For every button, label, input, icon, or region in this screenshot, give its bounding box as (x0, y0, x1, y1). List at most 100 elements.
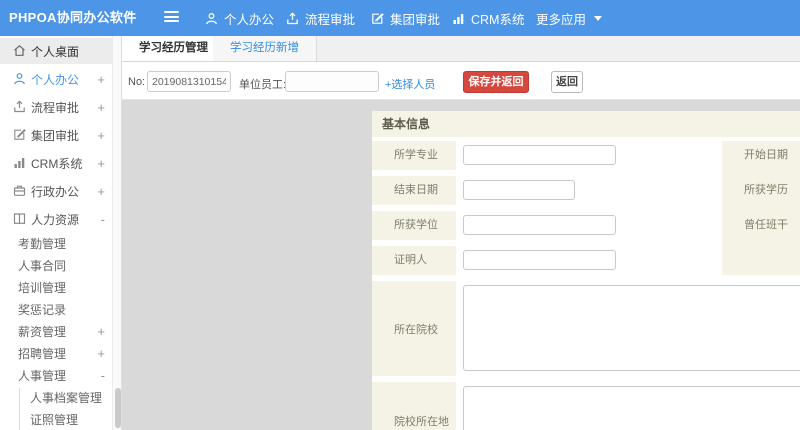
tab-label: 学习经历管理 (139, 42, 208, 54)
sidebar-item-label: 流程审批 (31, 100, 80, 115)
back-button[interactable]: 返回 (551, 71, 583, 93)
subitem-label: 考勤管理 (18, 237, 67, 251)
caret-down-icon (594, 15, 603, 21)
nav-item-personal-office[interactable]: 个人办公 (205, 0, 274, 36)
subitem-label: 证照管理 (30, 413, 79, 427)
nav-item-workflow-approval[interactable]: 流程审批 (286, 0, 355, 36)
employee-label: 单位员工: (239, 79, 287, 91)
sidebar-item-crm-system[interactable]: CRM系统 + (0, 150, 112, 176)
school-textarea[interactable] (463, 285, 800, 371)
school-location-textarea[interactable] (463, 386, 800, 430)
expand-plus-icon[interactable]: + (97, 128, 105, 143)
reference-input[interactable] (463, 250, 616, 270)
subitem-label: 人事管理 (18, 369, 67, 383)
field-label-class-cadre: 曾任班干 (744, 219, 788, 231)
sidebar-item-personal-office[interactable]: 个人办公 + (0, 66, 112, 92)
bar-chart-icon (453, 13, 464, 24)
briefcase-icon (13, 184, 26, 197)
field-label-reference: 证明人 (372, 246, 456, 275)
expand-plus-icon[interactable]: + (97, 72, 105, 87)
subitem-label: 人事合同 (18, 259, 67, 273)
nav-item-label: 个人办公 (224, 12, 275, 27)
share-up-icon (13, 100, 26, 113)
nav-item-label: 更多应用 (536, 12, 587, 27)
subitem-label: 人事档案管理 (30, 391, 103, 405)
sidebar-subitem-salary[interactable]: 薪资管理 + (0, 322, 112, 342)
tab-study-history-manage[interactable]: 学习经历管理 (122, 36, 226, 61)
nav-item-more-apps[interactable]: 更多应用 (536, 0, 603, 36)
user-icon (13, 72, 26, 85)
expand-plus-icon[interactable]: + (97, 322, 105, 342)
user-icon (206, 12, 217, 24)
sidebar-subitem-personnel-files[interactable]: 人事档案管理 (0, 388, 112, 408)
degree-input[interactable] (463, 215, 616, 235)
sidebar-item-admin-office[interactable]: 行政办公 + (0, 178, 112, 204)
tab-label: 学习经历新增 (230, 42, 299, 54)
field-label-start-date: 开始日期 (744, 149, 788, 161)
tab-bar: 学习经历管理 学习经历新增 (122, 36, 800, 62)
field-label-school: 所在院校 (372, 281, 456, 376)
sidebar-item-label: CRM系统 (31, 156, 83, 171)
employee-input[interactable] (285, 71, 379, 92)
sidebar-subitem-hr-contract[interactable]: 人事合同 (0, 256, 112, 276)
book-icon (13, 212, 26, 225)
end-date-input[interactable] (463, 180, 575, 200)
field-label-school-location: 院校所在地 (372, 382, 456, 430)
expand-plus-icon[interactable]: + (97, 344, 105, 364)
sidebar-item-label: 行政办公 (31, 184, 80, 199)
subitem-label: 培训管理 (18, 281, 67, 295)
sidebar-subitem-certificates[interactable]: 证照管理 (0, 410, 112, 430)
sidebar-subitem-recruitment[interactable]: 招聘管理 + (0, 344, 112, 364)
sidebar-subitem-personnel-mgmt[interactable]: 人事管理 - (0, 366, 112, 386)
tab-study-history-new[interactable]: 学习经历新增 (213, 36, 317, 61)
app-logo: PHPOA协同办公软件 (9, 10, 137, 25)
sidebar-item-label: 集团审批 (31, 128, 80, 143)
nav-item-label: 流程审批 (305, 12, 356, 27)
expand-plus-icon[interactable]: + (97, 184, 105, 199)
subitem-label: 招聘管理 (18, 347, 67, 361)
save-and-return-button[interactable]: 保存并返回 (463, 71, 529, 93)
field-label-major: 所学专业 (372, 141, 456, 170)
sidebar: 个人桌面 个人办公 + 流程审批 + 集团审批 + CRM系统 + 行政办公 + (0, 36, 112, 430)
sidebar-scrollbar[interactable] (112, 36, 122, 430)
sidebar-item-group-approval[interactable]: 集团审批 + (0, 122, 112, 148)
field-label-education: 所获学历 (744, 184, 788, 196)
edit-icon (372, 12, 384, 24)
sidebar-item-human-resources[interactable]: 人力资源 - (0, 206, 112, 232)
section-title: 基本信息 (372, 111, 800, 137)
hamburger-menu-icon[interactable] (164, 11, 179, 24)
select-person-link[interactable]: +选择人员 (385, 76, 435, 92)
no-input[interactable] (147, 71, 231, 92)
field-label-degree: 所获学位 (372, 211, 456, 240)
share-up-icon (287, 11, 298, 24)
field-label-end-date: 结束日期 (372, 176, 456, 205)
edit-icon (13, 128, 26, 141)
app-window: PHPOA协同办公软件 个人办公 流程审批 集团审批 CRM系统 更多应用 个人… (0, 0, 800, 430)
nav-item-label: CRM系统 (471, 12, 525, 27)
major-input[interactable] (463, 145, 616, 165)
basic-info-panel: 基本信息 所学专业 结束日期 所获学位 证明人 开始日期 所获学历 曾任班干 所… (372, 111, 800, 430)
right-label-column: 开始日期 所获学历 曾任班干 (722, 141, 800, 275)
expand-plus-icon[interactable]: + (97, 156, 105, 171)
sidebar-item-label: 个人办公 (31, 72, 80, 87)
sidebar-subitem-training[interactable]: 培训管理 (0, 278, 112, 298)
home-icon (13, 44, 26, 57)
sidebar-item-label: 个人桌面 (31, 44, 80, 59)
sidebar-subitem-rewards[interactable]: 奖惩记录 (0, 300, 112, 320)
sidebar-subitem-attendance[interactable]: 考勤管理 (0, 234, 112, 254)
sidebar-item-workflow-approval[interactable]: 流程审批 + (0, 94, 112, 120)
expand-plus-icon[interactable]: + (97, 100, 105, 115)
expand-minus-icon[interactable]: - (101, 366, 105, 386)
expand-minus-icon[interactable]: - (101, 212, 105, 227)
subitem-label: 奖惩记录 (18, 303, 67, 317)
sidebar-item-label: 人力资源 (31, 212, 80, 227)
form-toolbar: No: 单位员工: +选择人员 保存并返回 返回 (122, 63, 800, 100)
sidebar-item-personal-desktop[interactable]: 个人桌面 (0, 38, 112, 64)
bar-chart-icon (13, 156, 26, 169)
scrollbar-thumb[interactable] (115, 388, 121, 428)
top-navbar: PHPOA协同办公软件 个人办公 流程审批 集团审批 CRM系统 更多应用 (0, 0, 800, 36)
no-label: No: (128, 76, 146, 88)
nav-item-crm-system[interactable]: CRM系统 (452, 0, 524, 36)
nav-item-group-approval[interactable]: 集团审批 (371, 0, 440, 36)
subitem-label: 薪资管理 (18, 325, 67, 339)
